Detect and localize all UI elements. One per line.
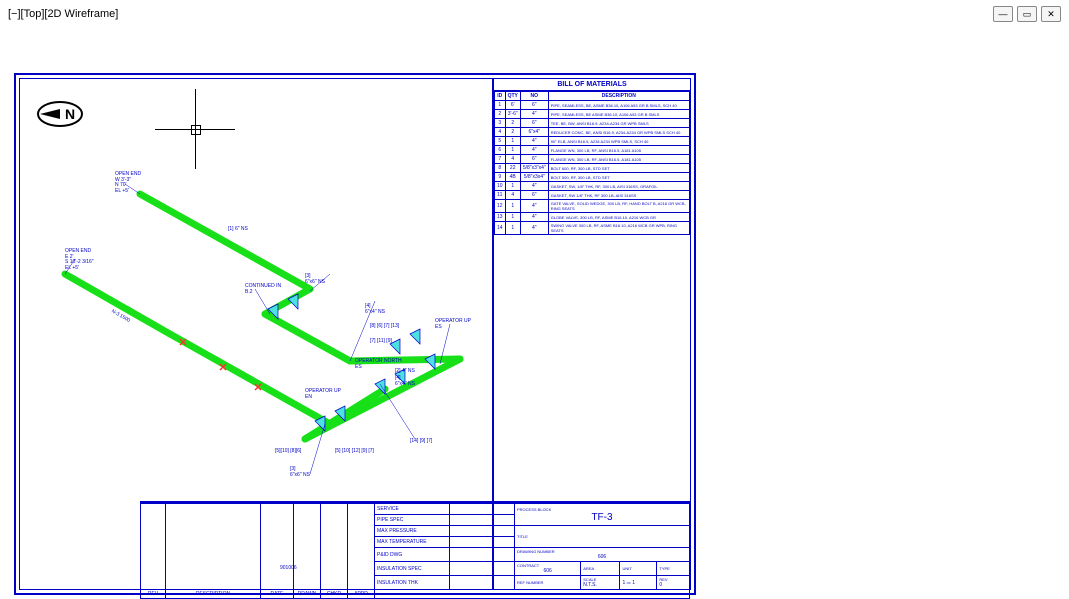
- bom-row: 514"90° ELB, ANSI B16.9, A234 A234 WPB S…: [495, 137, 690, 146]
- tb-area: AREA: [581, 562, 620, 576]
- window-controls: — ▭ ✕: [993, 6, 1061, 22]
- tb-insthk: INSULATION THK: [375, 576, 450, 590]
- bom-row: 23'-6"4"PIPE, SEAMLESS, BE ASME B36.10, …: [495, 110, 690, 119]
- tb-pid: P&ID DWG: [375, 548, 450, 562]
- tb-pipespec: PIPE SPEC: [375, 515, 450, 526]
- tb-appd-col: APPD: [348, 590, 375, 599]
- close-button[interactable]: ✕: [1041, 6, 1061, 22]
- tb-sheet: 1 OF 1: [620, 576, 657, 590]
- titlebar: [−][Top][2D Wireframe] — ▭ ✕: [0, 0, 1069, 28]
- annot-open-end-1: OPEN ENDW 3'-3"N 70'EL +5': [115, 172, 141, 194]
- bom-col-desc: DESCRIPTION: [548, 92, 689, 101]
- drawing-viewport[interactable]: N: [4, 28, 1065, 595]
- tb-insspec: INSULATION SPEC: [375, 562, 450, 576]
- tb-desc-col: DESCRIPTION: [166, 590, 261, 599]
- bom-col-id: ID: [495, 92, 506, 101]
- tb-service: SERVICE: [375, 504, 450, 515]
- bom-row: 1014"GASKET, SW, 1/8" THK, RF, 300 LB, A…: [495, 182, 690, 191]
- annot-open-end-2: OPEN ENDE 2'S 10'-2 3/16"EL +5': [65, 249, 94, 271]
- tb-rev: REV0: [657, 576, 690, 590]
- tb-type: TYPE: [657, 562, 690, 576]
- minimize-button[interactable]: —: [993, 6, 1013, 22]
- tb-chkd-col: CHKD: [321, 590, 348, 599]
- maximize-button[interactable]: ▭: [1017, 6, 1037, 22]
- annot-marks-e: [8] [6] [7] [13]: [370, 324, 399, 330]
- annot-marks2: [7] [11] [9]: [370, 339, 392, 345]
- annot-red2: [4]6"x4" NS: [395, 376, 415, 387]
- tb-maxpress: MAX PRESSURE: [375, 526, 450, 537]
- bom-row: 8225/8"x3"x4"BOLT 600, RF, 300 LB, STD S…: [495, 164, 690, 173]
- inner-border: N: [19, 78, 691, 590]
- annot-continued: CONTINUED INB.2: [245, 284, 281, 295]
- tb-date-col: DATE: [261, 590, 294, 599]
- viewport-label: [−][Top][2D Wireframe]: [8, 8, 118, 20]
- annot-pipe2: [2] 4" NS: [395, 369, 415, 375]
- annot-tee2: [3]6"x6" NS: [290, 467, 310, 478]
- annot-marks4: [5] [10] [12] [9] [7]: [335, 449, 374, 455]
- tb-ref: REF NUMBER: [515, 576, 581, 590]
- tb-contract: CONTRACT606: [515, 562, 581, 576]
- bom-row: 746"FLANGE WN, 300 LB, RF, ANSI B16.5, A…: [495, 155, 690, 164]
- annot-red1: [4]6"x4" NS: [365, 304, 385, 315]
- tb-process-block: PROCESS BLOCK TF-3: [515, 504, 690, 526]
- annot-pipe1: [1] 6" NS: [228, 227, 248, 233]
- drawing-border: N: [14, 73, 696, 595]
- bom-row: 1314"GLOBE VALVE, 300 LB, RF, ASME B16.1…: [495, 213, 690, 222]
- title-block: SERVICE PROCESS BLOCK TF-3 PIPE SPEC MAX…: [140, 501, 690, 589]
- annot-tee1: [3]6"x6" NS: [305, 274, 325, 285]
- tb-maxtemp: MAX TEMPERATURE: [375, 537, 450, 548]
- bom-row: 1214"GATE VALVE, SOLID WEDGE, 300 LB, RF…: [495, 200, 690, 213]
- bom-table: ID QTY NO DESCRIPTION 16'6"PIPE, SEAMLES…: [494, 91, 690, 235]
- bom-row: 326"TEE, BE, BW, ANSI B16.9, A234-A234 G…: [495, 119, 690, 128]
- bom-row: 1146"GASKET, SW 1/8" THK, RF 300 LB, AIS…: [495, 191, 690, 200]
- bom-row: 1414"SWING VALVE 300 LB, RF, ASME B16.10…: [495, 222, 690, 235]
- tb-scale: SCALEN.T.S.: [581, 576, 620, 590]
- tb-date-val: 901006: [280, 565, 297, 571]
- bom-row: 16'6"PIPE, SEAMLESS, BE, ASME B36.10, A1…: [495, 101, 690, 110]
- bom-row: 426"x4"REDUCER CONC, BE, ANSI B16.9, A23…: [495, 128, 690, 137]
- tb-unit: UNIT: [620, 562, 657, 576]
- bom-title: BILL OF MATERIALS: [494, 79, 690, 91]
- annot-op-up2: OPERATOR UPEN: [305, 389, 341, 400]
- annot-marks3: [14] [9] [7]: [410, 439, 432, 445]
- bom-col-no: NO: [520, 92, 548, 101]
- tb-drawn-col: DRAWN: [294, 590, 321, 599]
- tb-title-label: TITLE: [515, 526, 690, 548]
- tb-rev-col: REV: [141, 590, 166, 599]
- bom-col-qty: QTY: [505, 92, 520, 101]
- annot-op-up1: OPERATOR UPES: [435, 319, 471, 330]
- bom-row: 614"FLANGE WN, 300 LB, RF, ANSI B16.5, A…: [495, 146, 690, 155]
- tb-drawnum: DRAWING NUMBER606: [515, 548, 690, 562]
- annot-marks1: [5][10] [8][6]: [275, 449, 301, 455]
- bom-row: 94B5/8"x3x4"BOLT 500, RF, 300 LB, STD SE…: [495, 173, 690, 182]
